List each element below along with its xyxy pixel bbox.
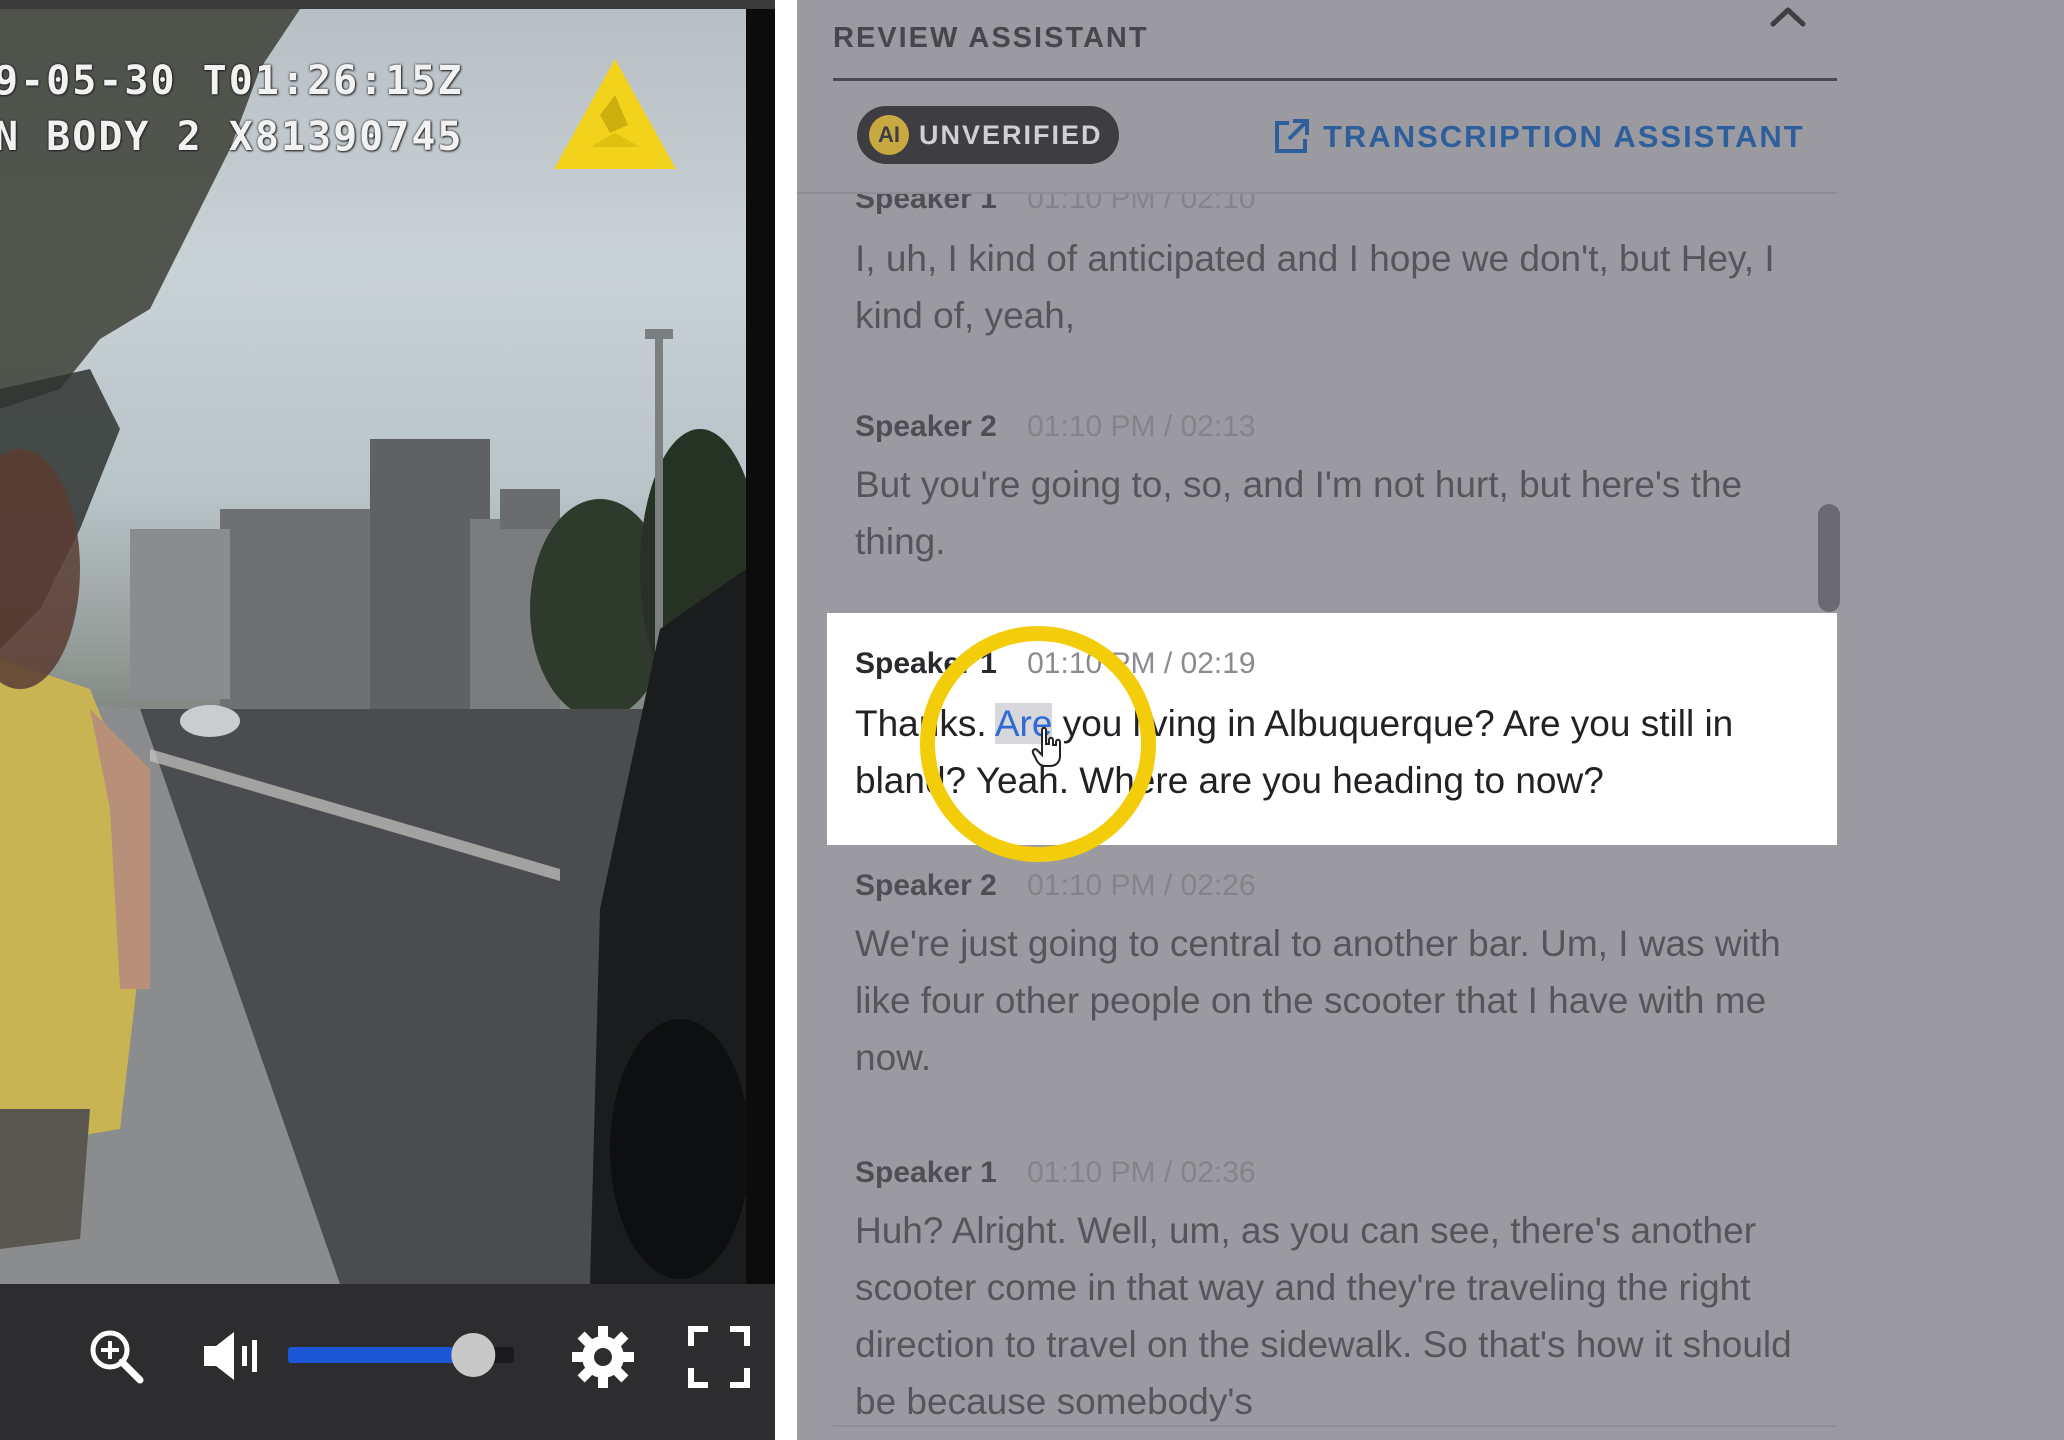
volume-knob [451, 1333, 496, 1377]
entry-text[interactable]: We're just going to central to another b… [855, 915, 1815, 1086]
gear-icon[interactable] [570, 1324, 636, 1390]
osd-device-id: N BODY 2 X81390745 [0, 114, 464, 160]
timestamp-overlay: 9-05-30 T01:26:15Z N BODY 2 X81390745 [0, 53, 463, 165]
transcript-entry[interactable]: Speaker 2 01:10 PM / 02:13 But you're go… [797, 410, 1837, 600]
divider [833, 78, 1837, 81]
transcription-assistant-button[interactable]: TRANSCRIPTION ASSISTANT [1271, 112, 1805, 162]
volume-slider[interactable] [286, 1330, 516, 1380]
ai-badge-icon: AI [869, 115, 909, 155]
video-player[interactable]: 9-05-30 T01:26:15Z N BODY 2 X81390745 [0, 0, 775, 1440]
entry-text[interactable]: Huh? Alright. Well, um, as you can see, … [855, 1202, 1815, 1427]
volume-fill [288, 1347, 474, 1363]
entry-timestamp[interactable]: 01:10 PM / 02:13 [1027, 410, 1256, 443]
speaker-name: Speaker 1 [855, 1156, 997, 1189]
zoom-in-icon[interactable] [86, 1326, 146, 1386]
bodycam-scene [0, 9, 746, 1284]
fullscreen-icon[interactable] [688, 1326, 750, 1388]
entry-text[interactable]: But you're going to, so, and I'm not hur… [855, 456, 1815, 570]
video-controls [0, 1284, 775, 1440]
entry-text[interactable]: I, uh, I kind of anticipated and I hope … [855, 230, 1815, 344]
osd-timestamp: 9-05-30 T01:26:15Z [0, 58, 464, 104]
axon-triangle-icon [554, 59, 676, 169]
hand-cursor-icon [1031, 726, 1061, 767]
transcript-entry[interactable]: Speaker 1 01:10 PM / 02:10 I, uh, I kind… [797, 192, 1837, 350]
video-frame[interactable]: 9-05-30 T01:26:15Z N BODY 2 X81390745 [0, 9, 746, 1284]
video-top-bar [0, 0, 775, 9]
entry-timestamp[interactable]: 01:10 PM / 02:36 [1027, 1156, 1256, 1189]
speaker-name: Speaker 2 [855, 869, 997, 902]
transcription-assistant-label: TRANSCRIPTION ASSISTANT [1323, 119, 1805, 154]
panel-divider [775, 0, 797, 1440]
transcript-entry[interactable]: Speaker 1 01:10 PM / 02:36 Huh? Alright.… [797, 1156, 1837, 1427]
speaker-name: Speaker 2 [855, 410, 997, 443]
unverified-label: UNVERIFIED [919, 119, 1103, 150]
divider [833, 1425, 1837, 1427]
entry-timestamp[interactable]: 01:10 PM / 02:10 [1027, 194, 1256, 215]
scrollbar-thumb[interactable] [1818, 504, 1840, 612]
entry-timestamp[interactable]: 01:10 PM / 02:26 [1027, 869, 1256, 902]
panel-title: REVIEW ASSISTANT [833, 22, 1149, 54]
unverified-badge: AI UNVERIFIED [857, 106, 1119, 164]
speaker-name: Speaker 1 [855, 192, 997, 215]
transcript-entry[interactable]: Speaker 2 01:10 PM / 02:26 We're just go… [797, 869, 1837, 1099]
volume-icon[interactable] [200, 1326, 262, 1386]
video-edge [746, 9, 775, 1284]
chevron-up-icon[interactable] [1763, 0, 1813, 34]
open-external-icon [1275, 119, 1309, 153]
